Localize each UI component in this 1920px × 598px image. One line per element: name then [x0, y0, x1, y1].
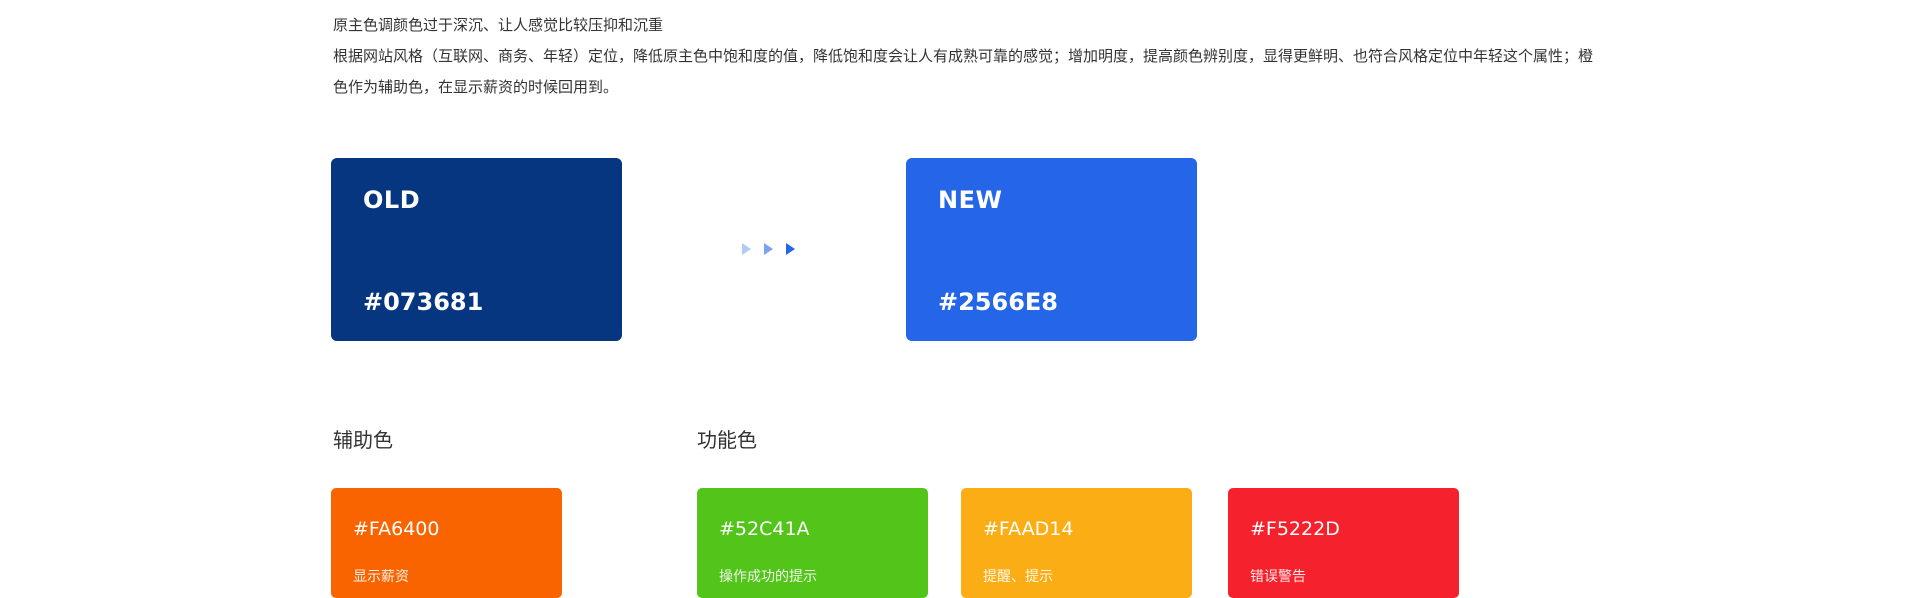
transition-arrows-icon — [742, 243, 802, 257]
functional-swatch-yellow: #FAAD14 提醒、提示 — [961, 488, 1192, 598]
swatch-desc: 提醒、提示 — [983, 569, 1053, 585]
new-color-swatch: NEW #2566E8 — [906, 158, 1197, 341]
swatch-desc: 操作成功的提示 — [719, 569, 817, 585]
old-color-swatch: OLD #073681 — [331, 158, 622, 341]
functional-swatch-green: #52C41A 操作成功的提示 — [697, 488, 928, 598]
intro-line-1: 原主色调颜色过于深沉、让人感觉比较压抑和沉重 — [333, 16, 664, 34]
auxiliary-title: 辅助色 — [333, 428, 393, 452]
new-label: NEW — [938, 186, 1003, 214]
swatch-hex: #52C41A — [719, 518, 810, 540]
intro-text: 原主色调颜色过于深沉、让人感觉比较压抑和沉重 根据网站风格（互联网、商务、年轻）… — [333, 10, 1593, 103]
arrow-icon-1 — [742, 243, 751, 255]
swatch-hex: #FAAD14 — [983, 518, 1074, 540]
arrow-icon-2 — [764, 243, 773, 255]
new-hex: #2566E8 — [938, 288, 1058, 316]
old-label: OLD — [363, 186, 421, 214]
arrow-icon-3 — [786, 243, 795, 255]
swatch-hex: #F5222D — [1250, 518, 1340, 540]
swatch-hex: #FA6400 — [353, 518, 440, 540]
auxiliary-swatch-orange: #FA6400 显示薪资 — [331, 488, 562, 598]
swatch-desc: 显示薪资 — [353, 569, 409, 585]
intro-line-2: 根据网站风格（互联网、商务、年轻）定位，降低原主色中饱和度的值，降低饱和度会让人… — [333, 47, 1594, 96]
functional-title: 功能色 — [697, 428, 757, 452]
functional-swatch-red: #F5222D 错误警告 — [1228, 488, 1459, 598]
swatch-desc: 错误警告 — [1250, 569, 1306, 585]
old-hex: #073681 — [363, 288, 484, 316]
